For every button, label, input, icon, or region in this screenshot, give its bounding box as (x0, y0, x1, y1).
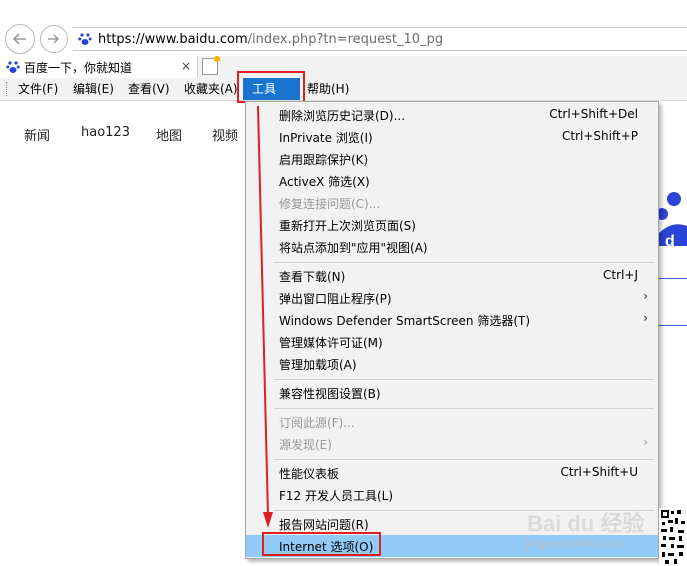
address-bar[interactable]: https://www.baidu.com/index.php?tn=reque… (73, 27, 687, 51)
menu-bar: 文件(F) 编辑(E) 查看(V) 收藏夹(A) 工具(T) 帮助(H) (0, 78, 687, 118)
menu-item-label: 报告网站问题(R) (279, 518, 369, 532)
submenu-chevron-icon: › (643, 435, 648, 449)
tools-menu-item[interactable]: 性能仪表板 Ctrl+Shift+U (246, 462, 658, 484)
menu-item-label: Windows Defender SmartScreen 筛选器(T) (279, 314, 531, 328)
menu-item-label: 管理媒体许可证(M) (279, 336, 383, 350)
menu-view[interactable]: 查看(V) (128, 78, 170, 100)
menu-file[interactable]: 文件(F) (18, 78, 58, 100)
url-path: /index.php?tn=request_10_pg (247, 31, 444, 47)
menu-item-shortcut: Ctrl+Shift+U (560, 465, 638, 479)
menu-item-label: 重新打开上次浏览页面(S) (279, 219, 416, 233)
menu-item-label: 查看下载(N) (279, 270, 346, 284)
menu-item-label: 性能仪表板 (279, 467, 340, 481)
tools-menu-item[interactable]: 删除浏览历史记录(D)... Ctrl+Shift+Del (246, 104, 658, 126)
menu-separator (274, 262, 654, 263)
menu-item-label: ActiveX 筛选(X) (279, 175, 370, 189)
menu-item-label: 启用跟踪保护(K) (279, 153, 369, 167)
annotation-arrow-icon (257, 105, 273, 528)
link-news[interactable]: 新闻 (24, 125, 50, 144)
tab-strip: 百度一下，你就知道 × (0, 56, 687, 79)
menu-item-label: 订阅此源(F)... (279, 416, 355, 430)
menu-edit[interactable]: 编辑(E) (73, 78, 114, 100)
baidu-paw-icon (78, 33, 92, 45)
link-video[interactable]: 视频 (212, 125, 238, 144)
tab-baidu[interactable]: 百度一下，你就知道 × (0, 56, 198, 78)
menu-item-shortcut: Ctrl+Shift+Del (549, 107, 638, 121)
menu-item-label: InPrivate 浏览(I) (279, 131, 373, 145)
menu-item-label: 兼容性视图设置(B) (279, 387, 381, 401)
menu-separator (274, 459, 654, 460)
baidu-favicon-icon (6, 61, 20, 73)
menu-separator (274, 379, 654, 380)
tools-menu-item[interactable]: F12 开发人员工具(L) (246, 484, 658, 506)
menu-grip-icon (6, 82, 9, 96)
tools-menu-item: 订阅此源(F)... (246, 411, 658, 433)
watermark-brand: Bai du 经验 (527, 511, 644, 536)
menu-help[interactable]: 帮助(H) (307, 78, 349, 100)
menu-item-label: Internet 选项(O) (279, 540, 374, 554)
tools-menu-item[interactable]: 管理媒体许可证(M) (246, 331, 658, 353)
menu-item-shortcut: Ctrl+J (603, 268, 638, 282)
menu-item-label: 修复连接问题(C)... (279, 197, 381, 211)
tools-menu-item: 源发现(E) › (246, 433, 658, 455)
submenu-chevron-icon: › (643, 289, 648, 303)
tools-menu-item: 修复连接问题(C)... (246, 192, 658, 214)
tools-menu-item[interactable]: 查看下载(N) Ctrl+J (246, 265, 658, 287)
tools-menu-item[interactable]: 兼容性视图设置(B) (246, 382, 658, 404)
menu-item-label: 源发现(E) (279, 438, 332, 452)
tools-menu-item[interactable]: Windows Defender SmartScreen 筛选器(T) › (246, 309, 658, 331)
svg-text:d: d (665, 233, 675, 250)
tools-menu-item[interactable]: 启用跟踪保护(K) (246, 148, 658, 170)
link-hao123[interactable]: hao123 (81, 125, 130, 140)
forward-arrow-icon (48, 34, 60, 44)
back-button[interactable] (5, 24, 35, 54)
tools-menu: 删除浏览历史记录(D)... Ctrl+Shift+Del InPrivate … (245, 101, 659, 559)
menu-item-shortcut: Ctrl+Shift+P (562, 129, 638, 143)
tools-menu-item[interactable]: 弹出窗口阻止程序(P) › (246, 287, 658, 309)
url-host: https://www.baidu.com (98, 31, 248, 47)
tools-menu-item[interactable]: ActiveX 筛选(X) (246, 170, 658, 192)
menu-item-label: 删除浏览历史记录(D)... (279, 109, 406, 123)
tab-close-icon[interactable]: × (181, 59, 191, 73)
menu-item-label: 将站点添加到"应用"视图(A) (279, 241, 428, 255)
tools-menu-item[interactable]: 重新打开上次浏览页面(S) (246, 214, 658, 236)
menu-item-label: 弹出窗口阻止程序(P) (279, 292, 392, 306)
address-row: https://www.baidu.com/index.php?tn=reque… (0, 0, 687, 56)
menu-tools[interactable]: 工具(T) (243, 78, 300, 118)
link-map[interactable]: 地图 (156, 125, 182, 144)
forward-button[interactable] (40, 25, 68, 53)
menu-item-label: 管理加载项(A) (279, 358, 357, 372)
tab-title: 百度一下，你就知道 (24, 60, 133, 75)
watermark-url: jingyan.baidu.com (525, 537, 627, 550)
menu-favorites[interactable]: 收藏夹(A) (184, 78, 238, 100)
back-arrow-icon (12, 33, 26, 45)
tools-menu-item[interactable]: 管理加载项(A) (246, 353, 658, 375)
tools-menu-item[interactable]: InPrivate 浏览(I) Ctrl+Shift+P (246, 126, 658, 148)
qr-code-icon (659, 508, 687, 566)
tools-menu-item[interactable]: 将站点添加到"应用"视图(A) (246, 236, 658, 258)
menu-item-label: F12 开发人员工具(L) (279, 489, 394, 503)
submenu-chevron-icon: › (643, 311, 648, 325)
new-tab-icon[interactable] (202, 56, 220, 75)
menu-separator (274, 408, 654, 409)
